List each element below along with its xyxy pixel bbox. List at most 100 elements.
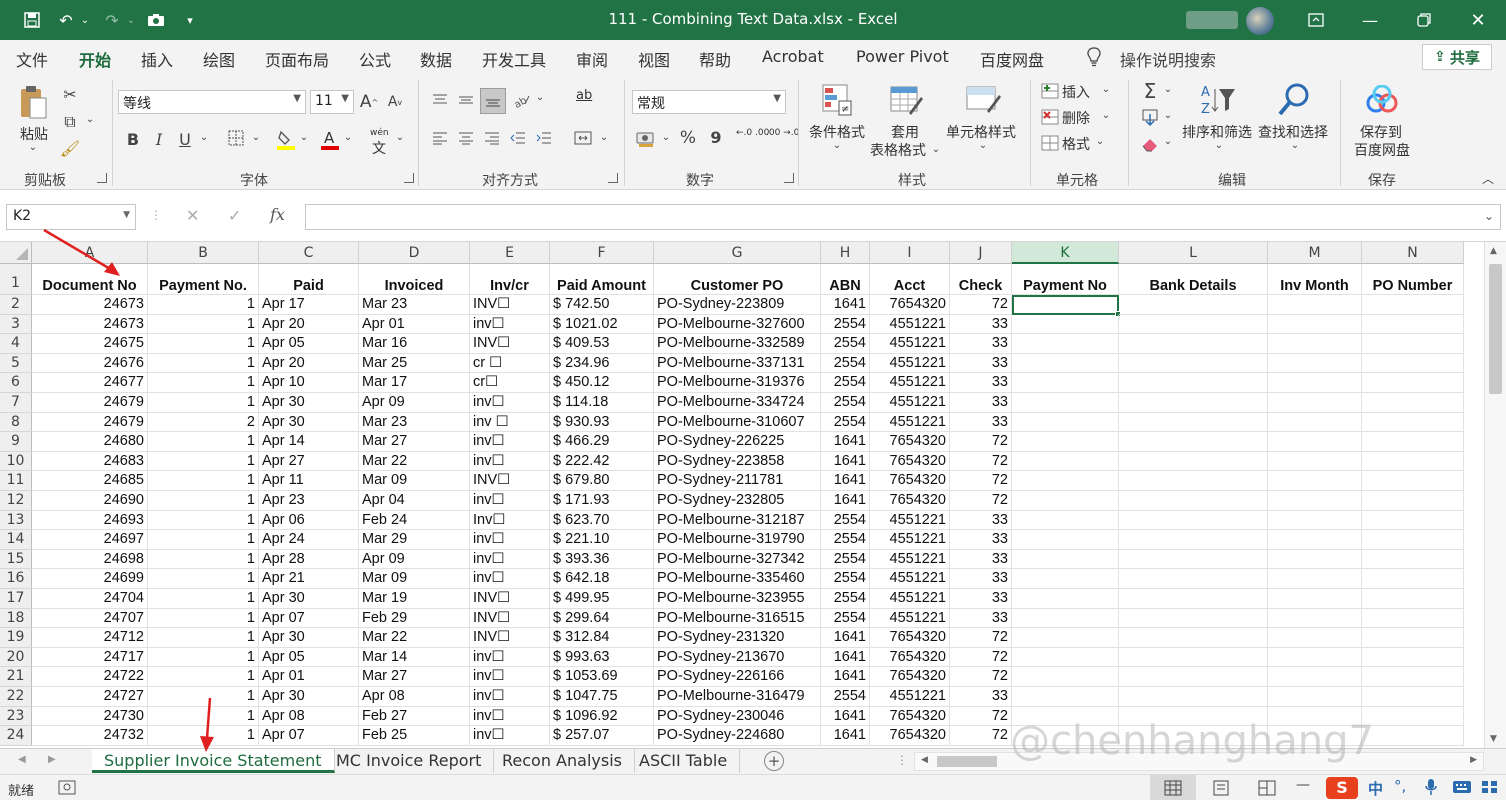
- cell[interactable]: inv☐: [470, 432, 550, 452]
- cell[interactable]: 72: [950, 706, 1012, 727]
- paste-dropdown-icon[interactable]: ⌄: [26, 142, 40, 153]
- cell[interactable]: 24675: [32, 334, 148, 354]
- cell[interactable]: [1362, 549, 1464, 570]
- cell[interactable]: $ 642.18: [550, 569, 654, 589]
- scroll-down-icon[interactable]: ▼: [1490, 734, 1497, 744]
- cell[interactable]: Apr 30: [259, 393, 359, 413]
- column-header-f[interactable]: F: [550, 242, 654, 264]
- cell[interactable]: INV☐: [470, 628, 550, 648]
- header-cell[interactable]: Customer PO: [654, 264, 821, 295]
- insert-cells-label[interactable]: 插入: [1062, 82, 1090, 102]
- cell[interactable]: 1: [148, 510, 259, 531]
- sort-filter-icon[interactable]: AZ: [1198, 82, 1238, 118]
- format-as-table-bottom[interactable]: 表格格式: [870, 140, 926, 160]
- cell[interactable]: PO-Melbourne-316479: [654, 687, 821, 707]
- cell[interactable]: Mar 22: [359, 628, 470, 648]
- increase-decimal-icon[interactable]: ←.0 .00: [736, 128, 769, 138]
- accounting-dropdown-icon[interactable]: ⌄: [660, 132, 672, 143]
- cell[interactable]: [1012, 373, 1119, 393]
- cell[interactable]: [1362, 530, 1464, 550]
- insert-cells-icon[interactable]: [1040, 82, 1060, 100]
- sheet-tab-supplier-invoice-statement[interactable]: Supplier Invoice Statement: [92, 749, 335, 773]
- cell[interactable]: 24727: [32, 687, 148, 707]
- header-cell[interactable]: Bank Details: [1119, 264, 1268, 295]
- share-button[interactable]: ⇪ 共享: [1422, 44, 1492, 70]
- cell[interactable]: [1268, 706, 1362, 727]
- cell[interactable]: 1: [148, 589, 259, 609]
- cell[interactable]: INV☐: [470, 589, 550, 609]
- number-format-combo[interactable]: 常规 ▼: [632, 90, 786, 114]
- cell[interactable]: 2554: [821, 393, 870, 413]
- cell[interactable]: inv☐: [470, 314, 550, 335]
- undo-icon[interactable]: ↶: [54, 8, 78, 32]
- cell[interactable]: [1012, 628, 1119, 648]
- cell[interactable]: [1362, 569, 1464, 589]
- cell[interactable]: [1362, 726, 1464, 746]
- cell[interactable]: $ 257.07: [550, 726, 654, 746]
- cell[interactable]: $ 623.70: [550, 510, 654, 531]
- cell[interactable]: [1119, 491, 1268, 511]
- cell[interactable]: $ 930.93: [550, 412, 654, 433]
- cell[interactable]: [1012, 491, 1119, 511]
- cell[interactable]: 24697: [32, 530, 148, 550]
- cell[interactable]: [1362, 706, 1464, 727]
- minimize-icon[interactable]: —: [1350, 6, 1390, 34]
- format-as-table-top[interactable]: 套用: [891, 122, 919, 142]
- cell[interactable]: [1119, 667, 1268, 687]
- cell[interactable]: 4551221: [870, 569, 950, 589]
- cell[interactable]: [1119, 295, 1268, 315]
- column-header-b[interactable]: B: [148, 242, 259, 264]
- cell[interactable]: PO-Melbourne-316515: [654, 608, 821, 629]
- cell[interactable]: Mar 16: [359, 334, 470, 354]
- cell[interactable]: PO-Melbourne-319376: [654, 373, 821, 393]
- cell[interactable]: $ 114.18: [550, 393, 654, 413]
- column-header-n[interactable]: N: [1362, 242, 1464, 264]
- cell[interactable]: Apr 10: [259, 373, 359, 393]
- row-header[interactable]: 19: [0, 628, 32, 648]
- cell[interactable]: [1119, 549, 1268, 570]
- cell[interactable]: Mar 14: [359, 647, 470, 668]
- cell[interactable]: 1: [148, 706, 259, 727]
- cell[interactable]: [1012, 510, 1119, 531]
- cell[interactable]: $ 221.10: [550, 530, 654, 550]
- tab-view[interactable]: 视图: [638, 47, 670, 71]
- cell[interactable]: Apr 30: [259, 628, 359, 648]
- wrap-text-icon[interactable]: ab: [576, 88, 592, 103]
- cell[interactable]: 1: [148, 432, 259, 452]
- cell[interactable]: 1: [148, 451, 259, 472]
- cell[interactable]: 72: [950, 432, 1012, 452]
- cell[interactable]: PO-Sydney-211781: [654, 471, 821, 491]
- collapse-ribbon-icon[interactable]: ︿: [1480, 170, 1496, 187]
- cell[interactable]: [1012, 412, 1119, 433]
- cell[interactable]: 1641: [821, 451, 870, 472]
- cell[interactable]: 4551221: [870, 687, 950, 707]
- header-cell[interactable]: Paid: [259, 264, 359, 295]
- autosum-dropdown-icon[interactable]: ⌄: [1162, 84, 1174, 95]
- cell[interactable]: Mar 23: [359, 295, 470, 315]
- cell[interactable]: [1268, 647, 1362, 668]
- cell[interactable]: 1: [148, 530, 259, 550]
- cell[interactable]: 4551221: [870, 334, 950, 354]
- cell[interactable]: INV☐: [470, 295, 550, 315]
- underline-button[interactable]: U: [176, 130, 194, 149]
- cell[interactable]: 33: [950, 353, 1012, 374]
- accessibility-icon[interactable]: [58, 780, 76, 796]
- ime-chinese-mode[interactable]: 中: [1368, 778, 1383, 799]
- cell[interactable]: [1268, 295, 1362, 315]
- cell[interactable]: [1268, 667, 1362, 687]
- active-cell[interactable]: [1012, 295, 1119, 315]
- cell[interactable]: [1268, 726, 1362, 746]
- column-header-g[interactable]: G: [654, 242, 821, 264]
- row-header[interactable]: 23: [0, 706, 32, 727]
- tell-me-search[interactable]: 操作说明搜索: [1120, 47, 1216, 71]
- cell[interactable]: 72: [950, 295, 1012, 315]
- format-as-table-icon[interactable]: [888, 82, 924, 118]
- cell[interactable]: Apr 28: [259, 549, 359, 570]
- row-header[interactable]: 5: [0, 353, 32, 374]
- cell[interactable]: 7654320: [870, 295, 950, 315]
- row-header[interactable]: 11: [0, 471, 32, 491]
- row-header[interactable]: 15: [0, 549, 32, 570]
- tab-formulas[interactable]: 公式: [359, 47, 391, 71]
- cell[interactable]: PO-Melbourne-327342: [654, 549, 821, 570]
- cell[interactable]: [1012, 432, 1119, 452]
